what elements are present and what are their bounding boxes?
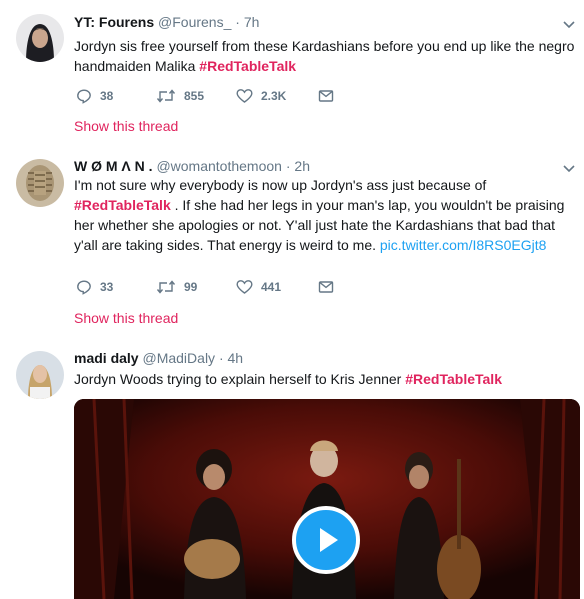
reply-icon [77, 89, 91, 104]
reply-count: 33 [100, 280, 114, 294]
avatar[interactable] [16, 351, 64, 399]
like-icon [236, 89, 253, 103]
separator-dot: · [235, 14, 240, 30]
reply-button[interactable]: 38 [76, 88, 113, 104]
tweet-text: Jordyn sis free yourself from these Kard… [74, 36, 578, 76]
timestamp[interactable]: 7h [244, 14, 260, 30]
timestamp[interactable]: 2h [294, 158, 310, 174]
hashtag-link[interactable]: #RedTableTalk [405, 371, 502, 387]
chevron-down-icon[interactable] [562, 18, 576, 32]
author-name[interactable]: W Ø M Λ N . [74, 158, 153, 174]
separator-dot: · [218, 350, 224, 366]
tweet-header: madi daly @MadiDaly · 4h [74, 350, 564, 366]
author-handle[interactable]: @MadiDaly [142, 350, 215, 366]
message-icon [318, 281, 334, 293]
tweet-body: I'm not sure why everybody is now up Jor… [74, 177, 487, 193]
avatar[interactable] [16, 14, 64, 62]
avatar[interactable] [16, 159, 64, 207]
like-button[interactable]: 2.3K [236, 88, 286, 104]
like-icon [236, 280, 253, 294]
tweet[interactable]: W Ø M Λ N . @womantothemoon · 2h I'm not… [0, 147, 584, 340]
tweet-body: Jordyn sis free yourself from these Kard… [74, 38, 575, 74]
retweet-count: 99 [184, 280, 198, 294]
tweet-text: I'm not sure why everybody is now up Jor… [74, 175, 578, 255]
retweet-button[interactable]: 99 [156, 279, 197, 295]
author-name[interactable]: madi daly [74, 350, 139, 366]
separator-dot: · [285, 158, 291, 174]
retweet-icon [156, 89, 176, 103]
media-link[interactable]: pic.twitter.com/I8RS0EGjt8 [380, 237, 547, 253]
author-handle[interactable]: @Fourens_ [158, 14, 231, 30]
tweet[interactable]: madi daly @MadiDaly · 4h Jordyn Woods tr… [0, 339, 584, 599]
retweet-count: 855 [184, 89, 205, 103]
reply-count: 38 [100, 89, 114, 103]
tweet-header: YT: Fourens @Fourens_ · 7h [74, 14, 564, 30]
message-button[interactable] [318, 279, 334, 295]
message-button[interactable] [318, 88, 334, 104]
like-button[interactable]: 441 [236, 279, 281, 295]
timestamp[interactable]: 4h [228, 350, 244, 366]
show-thread-link[interactable]: Show this thread [74, 118, 178, 134]
author-name[interactable]: YT: Fourens [74, 14, 154, 30]
reply-button[interactable]: 33 [76, 279, 113, 295]
hashtag-link[interactable]: #RedTableTalk [199, 58, 296, 74]
reply-icon [77, 280, 91, 295]
like-count: 441 [261, 280, 282, 294]
video-player[interactable] [74, 399, 580, 599]
hashtag-link[interactable]: #RedTableTalk [74, 197, 171, 213]
show-thread-link[interactable]: Show this thread [74, 310, 178, 326]
message-icon [318, 90, 334, 102]
tweet[interactable]: YT: Fourens @Fourens_ · 7h Jordyn sis fr… [0, 0, 584, 148]
tweet-header: W Ø M Λ N . @womantothemoon · 2h [74, 158, 564, 174]
play-icon [320, 528, 338, 552]
like-count: 2.3K [261, 89, 287, 103]
play-button[interactable] [292, 506, 360, 574]
chevron-down-icon[interactable] [562, 162, 576, 176]
author-handle[interactable]: @womantothemoon [156, 158, 282, 174]
retweet-icon [156, 280, 176, 294]
tweet-text: Jordyn Woods trying to explain herself t… [74, 369, 578, 389]
tweet-body: Jordyn Woods trying to explain herself t… [74, 371, 406, 387]
retweet-button[interactable]: 855 [156, 88, 204, 104]
